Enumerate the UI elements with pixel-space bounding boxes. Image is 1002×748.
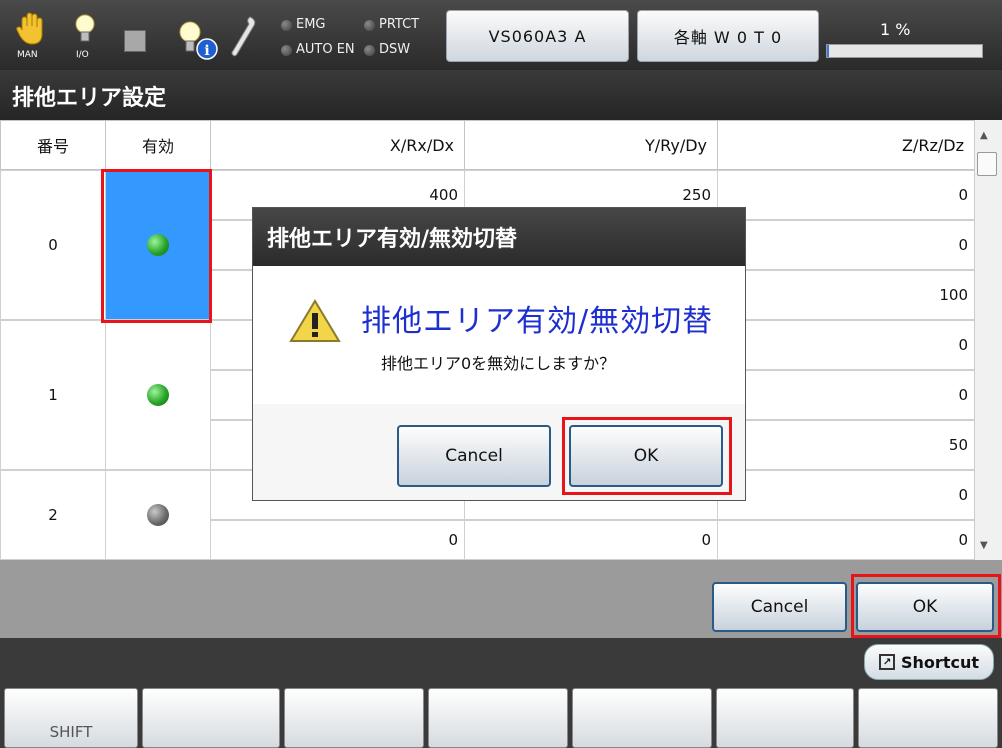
status-bar: MAN I/O i EMG PRTCT AUTO EN DSW VS060A3 …	[0, 0, 1002, 70]
row-number-cell: 2	[0, 470, 106, 560]
dialog-title-bar: 排他エリア有効/無効切替	[253, 208, 745, 266]
enable-toggle-cell[interactable]	[105, 470, 211, 560]
z-cell[interactable]: 0	[717, 220, 975, 270]
x-cell[interactable]: 0	[210, 520, 465, 560]
header-z: Z/Rz/Dz	[717, 120, 975, 170]
bulb-icon[interactable]	[74, 14, 96, 50]
shortcut-button[interactable]: ↗ Shortcut	[864, 644, 994, 680]
fkey-2[interactable]	[284, 688, 424, 748]
dialog-heading: 排他エリア有効/無効切替	[361, 304, 714, 339]
z-cell[interactable]: 0	[717, 520, 975, 560]
dsw-label: DSW	[379, 42, 411, 57]
auto-en-label: AUTO EN	[296, 42, 355, 57]
scroll-thumb[interactable]	[977, 152, 997, 176]
dialog-body: 排他エリア有効/無効切替 排他エリア0を無効にしますか？	[253, 266, 745, 404]
status-led-green	[147, 384, 169, 406]
row-number-cell: 1	[0, 320, 106, 470]
z-cell[interactable]: 0	[717, 370, 975, 420]
enable-toggle-cell[interactable]	[105, 320, 211, 470]
warning-icon	[289, 298, 341, 348]
confirm-dialog: 排他エリア有効/無効切替 排他エリア有効/無効切替 排他エリア0を無効にしますか…	[252, 207, 746, 501]
header-x: X/Rx/Dx	[210, 120, 465, 170]
dialog-cancel-button[interactable]: Cancel	[397, 425, 551, 487]
wrench-icon[interactable]	[230, 16, 258, 62]
emg-led	[281, 20, 292, 31]
fkey-3[interactable]	[428, 688, 568, 748]
row-number-cell: 0	[0, 170, 106, 320]
z-cell[interactable]: 0	[717, 320, 975, 370]
scroll-up-icon[interactable]: ▲	[980, 130, 988, 141]
shortcut-label: Shortcut	[901, 652, 979, 672]
highlight-frame	[101, 169, 212, 323]
highlight-frame	[851, 574, 1001, 638]
z-cell[interactable]: 50	[717, 420, 975, 470]
fkey-6[interactable]	[858, 688, 998, 748]
z-cell[interactable]: 0	[717, 170, 975, 220]
hand-icon[interactable]	[16, 12, 46, 50]
dsw-led	[364, 45, 375, 56]
fkey-4[interactable]	[572, 688, 712, 748]
shortcut-icon: ↗	[879, 654, 896, 670]
dialog-title: 排他エリア有効/無効切替	[267, 227, 518, 252]
prtct-label: PRTCT	[379, 17, 420, 32]
axis-mode-button[interactable]: 各軸 W 0 T 0	[637, 10, 819, 62]
stop-square-icon[interactable]	[124, 30, 146, 52]
z-cell[interactable]: 100	[717, 270, 975, 320]
speed-progress-fill	[827, 45, 829, 57]
scroll-down-icon[interactable]: ▼	[980, 540, 988, 551]
io-label: I/O	[76, 50, 89, 60]
svg-text:i: i	[204, 43, 209, 59]
prtct-led	[364, 20, 375, 31]
robot-select-button[interactable]: VS060A3 A	[446, 10, 629, 62]
header-y: Y/Ry/Dy	[464, 120, 718, 170]
fkey-5[interactable]	[716, 688, 854, 748]
man-label: MAN	[17, 50, 38, 60]
page-title: 排他エリア設定	[12, 86, 167, 111]
vertical-scrollbar[interactable]	[974, 120, 1002, 560]
y-cell[interactable]: 0	[464, 520, 718, 560]
fkey-1[interactable]	[142, 688, 280, 748]
header-number: 番号	[0, 120, 106, 170]
speed-percent: 1 %	[880, 20, 911, 39]
highlight-frame	[562, 417, 732, 495]
function-keys: SHIFT	[0, 686, 1002, 748]
auto-en-led	[281, 45, 292, 56]
cancel-button[interactable]: Cancel	[712, 582, 847, 632]
shortcut-strip	[0, 638, 1002, 686]
header-enabled: 有効	[105, 120, 211, 170]
status-led-gray	[147, 504, 169, 526]
page-title-bar: 排他エリア設定	[0, 70, 1002, 120]
z-cell[interactable]: 0	[717, 470, 975, 520]
speed-progress-bar[interactable]	[826, 44, 983, 58]
dialog-message: 排他エリア0を無効にしますか？	[381, 354, 616, 373]
emg-label: EMG	[296, 17, 326, 32]
fkey-shift[interactable]: SHIFT	[4, 688, 138, 748]
bulb-info-icon[interactable]: i	[178, 20, 220, 66]
